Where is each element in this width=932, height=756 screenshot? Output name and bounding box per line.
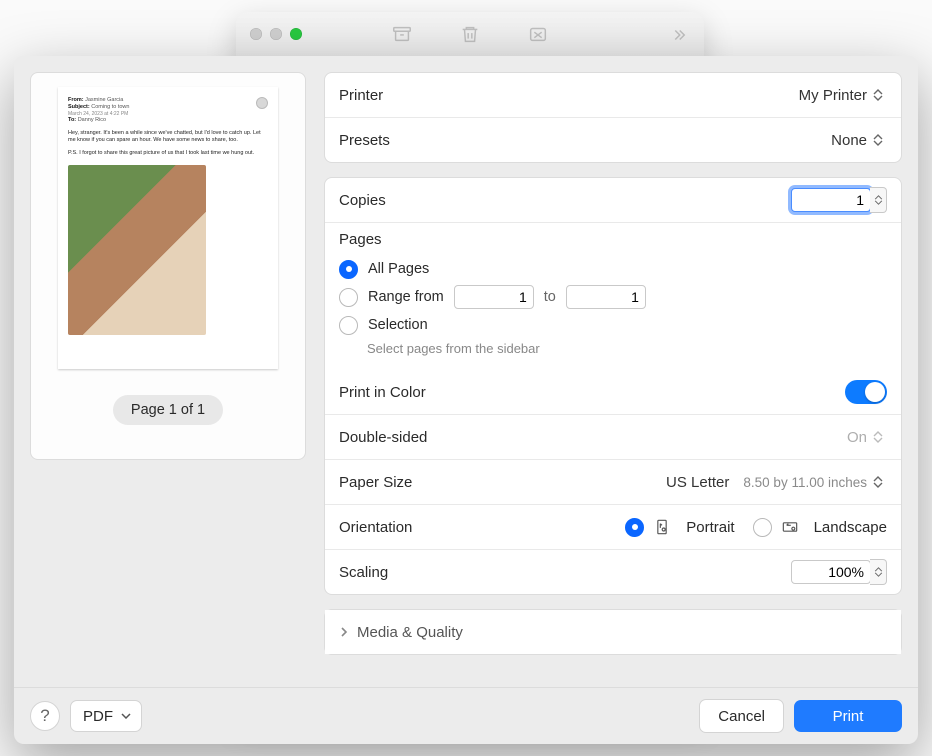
printer-value: My Printer bbox=[799, 87, 867, 104]
stepper-arrows-icon[interactable] bbox=[870, 559, 887, 585]
cancel-button[interactable]: Cancel bbox=[699, 699, 784, 733]
scaling-stepper[interactable] bbox=[791, 559, 887, 585]
help-button[interactable]: ? bbox=[30, 701, 60, 731]
portrait-icon bbox=[652, 517, 672, 537]
landscape-icon bbox=[780, 517, 800, 537]
from-label: From: bbox=[68, 97, 84, 103]
pages-all-label: All Pages bbox=[368, 261, 429, 277]
toolbar-overflow-icon[interactable] bbox=[670, 26, 688, 47]
main-settings-card: Copies Pages All P bbox=[324, 177, 902, 595]
pdf-label: PDF bbox=[83, 708, 113, 725]
range-to-label: to bbox=[544, 289, 556, 305]
trash-icon bbox=[459, 23, 481, 48]
range-to-input[interactable] bbox=[566, 285, 646, 309]
scaling-label: Scaling bbox=[339, 564, 388, 581]
copies-label: Copies bbox=[339, 192, 386, 209]
traffic-zoom-icon[interactable] bbox=[290, 28, 302, 40]
print-button[interactable]: Print bbox=[794, 700, 902, 732]
chevron-right-icon bbox=[339, 627, 349, 637]
orientation-landscape-radio[interactable] bbox=[753, 518, 772, 537]
duplex-value: On bbox=[847, 429, 867, 446]
to-value: Danny Rico bbox=[78, 117, 106, 123]
orientation-label: Orientation bbox=[339, 519, 412, 536]
orientation-portrait-radio[interactable] bbox=[625, 518, 644, 537]
junk-icon bbox=[527, 23, 549, 48]
presets-value: None bbox=[831, 132, 867, 149]
paper-size-label: Paper Size bbox=[339, 474, 412, 491]
pages-selection-radio[interactable] bbox=[339, 316, 358, 335]
printer-label: Printer bbox=[339, 87, 383, 104]
page-indicator[interactable]: Page 1 of 1 bbox=[113, 395, 223, 425]
pages-all-radio[interactable] bbox=[339, 260, 358, 279]
media-quality-card: Media & Quality bbox=[324, 609, 902, 655]
pdf-menu-button[interactable]: PDF bbox=[70, 700, 142, 732]
media-quality-disclosure[interactable]: Media & Quality bbox=[325, 610, 901, 654]
printer-select[interactable]: My Printer bbox=[799, 87, 887, 104]
chevron-down-icon bbox=[121, 713, 131, 719]
print-dialog: From: Jasmine Garcia Subject: Coming to … bbox=[14, 56, 918, 744]
traffic-close-icon[interactable] bbox=[250, 28, 262, 40]
pages-range-radio[interactable] bbox=[339, 288, 358, 307]
chevron-updown-icon bbox=[873, 476, 887, 488]
scaling-input[interactable] bbox=[791, 560, 871, 584]
copies-input[interactable] bbox=[791, 188, 871, 212]
subject-value: Coming to town bbox=[91, 104, 129, 110]
preview-page: From: Jasmine Garcia Subject: Coming to … bbox=[58, 87, 278, 369]
presets-select[interactable]: None bbox=[831, 132, 887, 149]
background-titlebar bbox=[236, 12, 704, 59]
dialog-footer: ? PDF Cancel Print bbox=[14, 687, 918, 744]
chevron-updown-icon bbox=[873, 134, 887, 146]
from-value: Jasmine Garcia bbox=[85, 97, 123, 103]
subject-label: Subject: bbox=[68, 104, 90, 110]
paper-size-value: US Letter bbox=[666, 474, 729, 491]
print-settings-pane: Printer My Printer Presets bbox=[324, 72, 902, 687]
paper-size-detail: 8.50 by 11.00 inches bbox=[743, 475, 867, 490]
printer-presets-card: Printer My Printer Presets bbox=[324, 72, 902, 163]
email-body-2: P.S. I forgot to share this great pictur… bbox=[68, 150, 268, 157]
presets-label: Presets bbox=[339, 132, 390, 149]
duplex-select[interactable]: On bbox=[847, 429, 887, 446]
sender-avatar-icon bbox=[256, 97, 268, 109]
pages-selection-label: Selection bbox=[368, 317, 428, 333]
traffic-minimize-icon[interactable] bbox=[270, 28, 282, 40]
pages-selection-hint: Select pages from the sidebar bbox=[367, 338, 887, 358]
orientation-landscape-label: Landscape bbox=[814, 519, 887, 536]
window-traffic-lights bbox=[250, 28, 302, 40]
chevron-updown-icon bbox=[873, 431, 887, 443]
pages-range-label: Range from bbox=[368, 289, 444, 305]
print-preview-pane: From: Jasmine Garcia Subject: Coming to … bbox=[30, 72, 306, 460]
to-label: To: bbox=[68, 117, 76, 123]
media-quality-label: Media & Quality bbox=[357, 624, 463, 641]
email-attachment-photo bbox=[68, 165, 206, 335]
email-body-1: Hey, stranger. It's been a while since w… bbox=[68, 130, 268, 144]
archive-icon bbox=[391, 23, 413, 48]
print-color-switch[interactable] bbox=[845, 380, 887, 404]
chevron-updown-icon bbox=[873, 89, 887, 101]
range-from-input[interactable] bbox=[454, 285, 534, 309]
pages-label: Pages bbox=[339, 231, 887, 248]
paper-size-select[interactable]: US Letter 8.50 by 11.00 inches bbox=[666, 474, 887, 491]
color-label: Print in Color bbox=[339, 384, 426, 401]
pages-section: Pages All Pages Range from to bbox=[325, 222, 901, 370]
orientation-portrait-label: Portrait bbox=[686, 519, 734, 536]
stepper-arrows-icon[interactable] bbox=[870, 187, 887, 213]
copies-stepper[interactable] bbox=[791, 187, 887, 213]
duplex-label: Double-sided bbox=[339, 429, 427, 446]
